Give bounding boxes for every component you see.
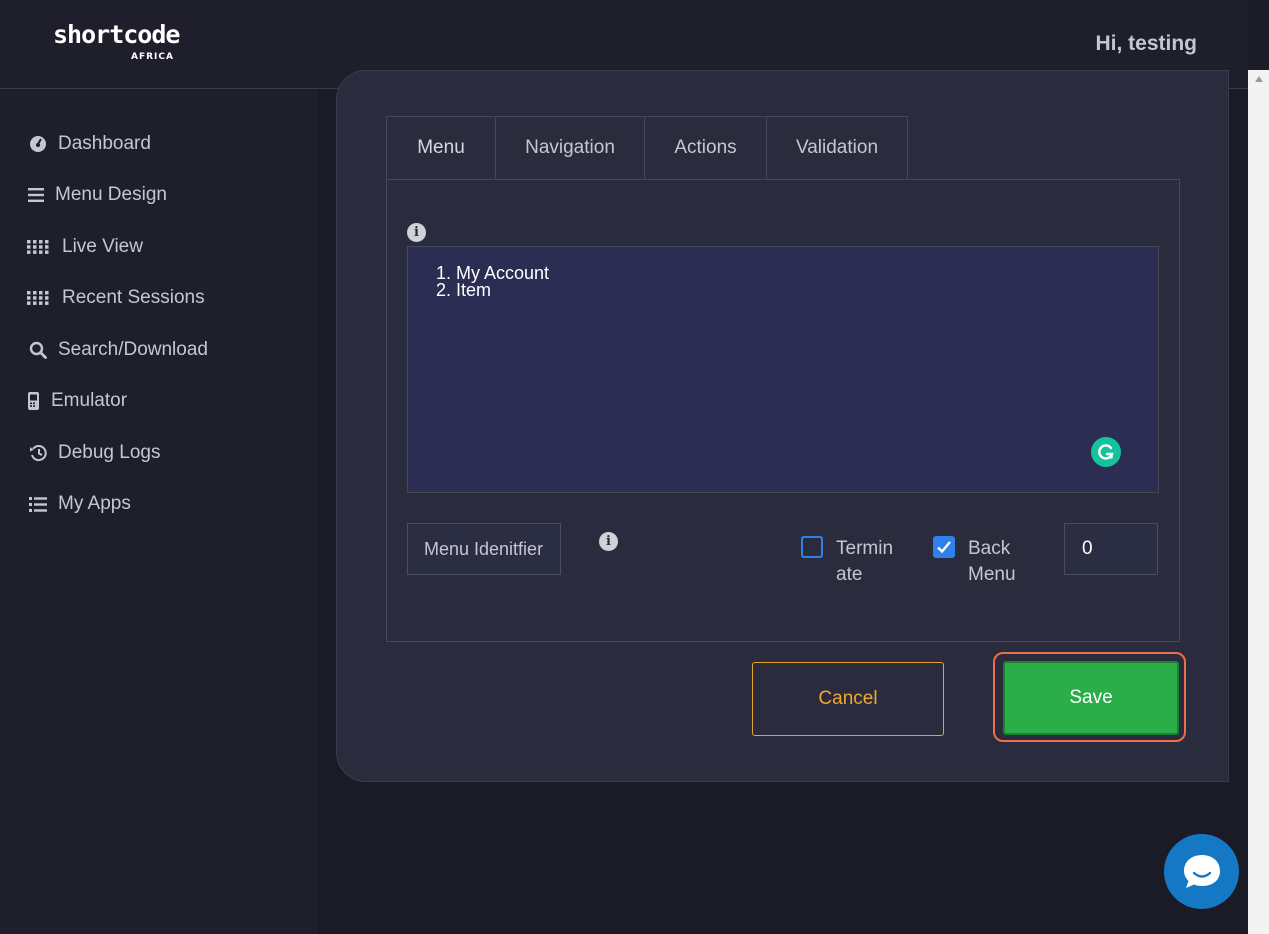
- search-icon: [27, 339, 49, 361]
- sidebar-item-label: My Apps: [58, 493, 131, 514]
- info-icon[interactable]: i: [599, 532, 618, 551]
- phone-icon: [27, 390, 39, 412]
- scrollbar[interactable]: [1248, 70, 1269, 934]
- sidebar-item-label: Live View: [62, 236, 143, 257]
- menu-identifier-input[interactable]: Menu Idenitfier: [407, 523, 561, 575]
- bars-icon: [27, 184, 45, 206]
- info-icon[interactable]: i: [407, 223, 426, 242]
- grid-dots-icon: [27, 236, 49, 258]
- sidebar-item-my-apps[interactable]: My Apps: [27, 489, 131, 519]
- sidebar-item-menu-design[interactable]: Menu Design: [27, 180, 167, 210]
- menu-text-area[interactable]: 1. My Account 2. Item: [407, 246, 1159, 493]
- back-menu-checkbox[interactable]: [933, 536, 955, 558]
- grid-dots-icon: [27, 287, 49, 309]
- list-icon: [27, 493, 49, 515]
- user-greeting[interactable]: Hi, testing: [1095, 32, 1197, 56]
- tab-menu[interactable]: Menu: [386, 116, 495, 180]
- tab-navigation[interactable]: Navigation: [495, 116, 644, 180]
- save-button[interactable]: Save: [1003, 661, 1179, 735]
- checkmark-icon: [937, 541, 951, 554]
- sidebar: Dashboard Menu Design Live View Recent S…: [0, 89, 318, 934]
- tab-validation[interactable]: Validation: [766, 116, 908, 180]
- sidebar-item-label: Debug Logs: [58, 442, 161, 463]
- sidebar-item-search-download[interactable]: Search/Download: [27, 335, 208, 365]
- sidebar-item-label: Dashboard: [58, 133, 151, 154]
- sidebar-item-live-view[interactable]: Live View: [27, 232, 143, 262]
- sidebar-item-label: Recent Sessions: [62, 287, 205, 308]
- sidebar-item-label: Search/Download: [58, 339, 208, 360]
- sidebar-item-label: Menu Design: [55, 184, 167, 205]
- sidebar-item-debug-logs[interactable]: Debug Logs: [27, 438, 160, 468]
- chat-widget-button[interactable]: [1164, 834, 1239, 909]
- gauge-icon: [27, 133, 49, 155]
- sidebar-item-dashboard[interactable]: Dashboard: [27, 129, 151, 159]
- grammarly-icon[interactable]: [1091, 437, 1121, 467]
- logo-subtext: AFRICA: [131, 52, 174, 62]
- menu-number-input[interactable]: 0: [1064, 523, 1158, 575]
- sidebar-item-label: Emulator: [51, 390, 128, 411]
- scroll-up-arrow-icon[interactable]: [1255, 76, 1263, 82]
- tab-actions[interactable]: Actions: [644, 116, 766, 180]
- chat-icon: [1183, 854, 1220, 888]
- sidebar-item-emulator[interactable]: Emulator: [27, 386, 127, 416]
- logo[interactable]: shortcode: [53, 22, 180, 48]
- cancel-button[interactable]: Cancel: [752, 662, 944, 736]
- terminate-label: Termin ate: [836, 538, 894, 585]
- back-menu-label: Back Menu: [968, 538, 1016, 585]
- history-icon: [27, 442, 49, 464]
- terminate-checkbox[interactable]: [801, 536, 823, 558]
- tab-bar: Menu Navigation Actions Validation: [386, 116, 908, 180]
- sidebar-item-recent-sessions[interactable]: Recent Sessions: [27, 283, 205, 313]
